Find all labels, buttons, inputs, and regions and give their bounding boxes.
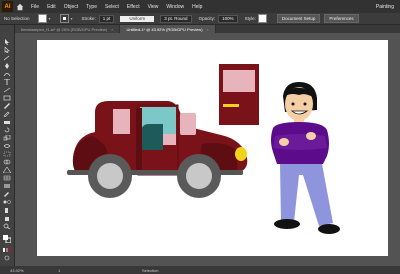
stroke-swatch[interactable] [59, 14, 69, 23]
car-door-panel [136, 108, 142, 174]
workspace-switcher[interactable]: Painting [376, 4, 394, 10]
status-bar: 43.92% 1 Selection [0, 266, 400, 274]
stroke-dropdown-icon[interactable]: ▾ [71, 15, 77, 22]
home-icon[interactable] [16, 3, 24, 11]
magic-wand-icon[interactable] [3, 55, 11, 61]
menu-help[interactable]: Help [192, 4, 202, 10]
mesh-tool-icon[interactable] [3, 175, 11, 181]
menu-view[interactable]: View [148, 4, 159, 10]
hand-tool-icon[interactable] [3, 215, 11, 221]
brush-definition-field[interactable]: 3 pt. Round [160, 14, 192, 23]
door-handle [223, 104, 239, 107]
color-mode-icon[interactable] [3, 247, 11, 253]
active-tool-status: Selection [142, 267, 159, 273]
artboard-number[interactable]: 1 [58, 268, 82, 273]
gradient-tool-icon[interactable] [3, 183, 11, 189]
width-tool-icon[interactable] [3, 143, 11, 149]
menu-object[interactable]: Object [64, 4, 78, 10]
direct-selection-icon[interactable] [3, 47, 11, 53]
symbol-sprayer-icon[interactable] [3, 207, 11, 213]
rectangle-tool-icon[interactable] [3, 95, 11, 101]
person-right-hand [306, 132, 316, 140]
line-tool-icon[interactable] [3, 87, 11, 93]
person-right-shoe [318, 224, 340, 234]
tools-panel [0, 25, 15, 266]
uniform-label: Uniform [129, 16, 146, 21]
paintbrush-tool-icon[interactable] [3, 103, 11, 109]
menu-edit[interactable]: Edit [47, 4, 56, 10]
variable-width-profile[interactable]: Uniform [120, 15, 155, 22]
pencil-tool-icon[interactable] [3, 111, 11, 117]
menu-select[interactable]: Select [105, 4, 119, 10]
artwork[interactable] [37, 40, 388, 256]
blend-tool-icon[interactable] [3, 199, 11, 205]
illustrator-logo-icon: Ai [2, 1, 13, 12]
close-tab-icon[interactable]: × [207, 27, 209, 32]
curvature-tool-icon[interactable] [3, 71, 11, 77]
selection-status: No Selection [4, 16, 30, 21]
car-headlight [235, 147, 247, 161]
menu-file[interactable]: File [31, 4, 39, 10]
preferences-button[interactable]: Preferences [324, 14, 359, 23]
document-setup-button[interactable]: Document Setup [276, 14, 321, 23]
scale-tool-icon[interactable] [3, 135, 11, 141]
pen-tool-icon[interactable] [3, 63, 11, 69]
control-bar: No Selection ▾ ▾ Stroke: 1 pt Uniform 3 … [0, 13, 400, 25]
person-illustration[interactable] [271, 82, 340, 234]
car-rear-window [113, 109, 130, 134]
stroke-weight-field[interactable]: 1 pt [98, 14, 115, 23]
selection-tool-icon[interactable] [3, 39, 11, 45]
document-tabs: timestamped_f1.ai* @ 25% (RGB/GPU Previe… [15, 25, 400, 33]
person-left-hand [279, 138, 289, 146]
zoom-level[interactable]: 43.92% [10, 268, 34, 273]
close-tab-icon[interactable]: × [111, 27, 113, 32]
tab-document-1-label: timestamped_f1.ai* @ 25% (RGB/GPU Previe… [21, 26, 108, 32]
tab-document-1[interactable]: timestamped_f1.ai* @ 25% (RGB/GPU Previe… [15, 25, 121, 33]
menu-bar: Ai File Edit Object Type Select Effect V… [0, 0, 400, 13]
stroke-label: Stroke: [81, 16, 96, 21]
style-swatch[interactable] [257, 14, 267, 23]
style-label: Style: [244, 16, 256, 21]
fill-dropdown-icon[interactable]: ▾ [49, 15, 55, 22]
door-illustration[interactable] [219, 64, 259, 125]
car-seat [141, 124, 163, 150]
person-pants [280, 164, 333, 226]
type-tool-icon[interactable] [3, 79, 11, 85]
rotate-tool-icon[interactable] [3, 127, 11, 133]
car-front-window [180, 113, 196, 135]
tab-document-2-label: Untitled-1* @ 43.92% (RGB/GPU Preview) [126, 26, 203, 32]
opacity-label: Opacity: [198, 16, 216, 21]
door-window [223, 70, 255, 92]
menu-effect[interactable]: Effect [127, 4, 140, 10]
perspective-grid-icon[interactable] [3, 167, 11, 173]
shape-builder-icon[interactable] [3, 159, 11, 165]
eraser-tool-icon[interactable] [3, 119, 11, 125]
draw-mode-icon[interactable] [3, 255, 11, 261]
eyedropper-tool-icon[interactable] [3, 191, 11, 197]
zoom-tool-icon[interactable] [3, 223, 11, 229]
person-left-shoe [274, 219, 300, 229]
car-front-hub [186, 163, 212, 189]
car-rear-hub [97, 163, 123, 189]
free-transform-icon[interactable] [3, 151, 11, 157]
fill-swatch[interactable] [37, 14, 47, 23]
menu-window[interactable]: Window [166, 4, 184, 10]
artboard[interactable] [37, 40, 388, 256]
tab-document-2[interactable]: Untitled-1* @ 43.92% (RGB/GPU Preview) × [120, 25, 216, 33]
person-right-eye [303, 102, 307, 106]
fill-stroke-swatches[interactable] [3, 235, 11, 243]
opacity-field[interactable]: 100% [218, 14, 238, 23]
person-left-eye [291, 102, 295, 106]
menu-type[interactable]: Type [86, 4, 97, 10]
